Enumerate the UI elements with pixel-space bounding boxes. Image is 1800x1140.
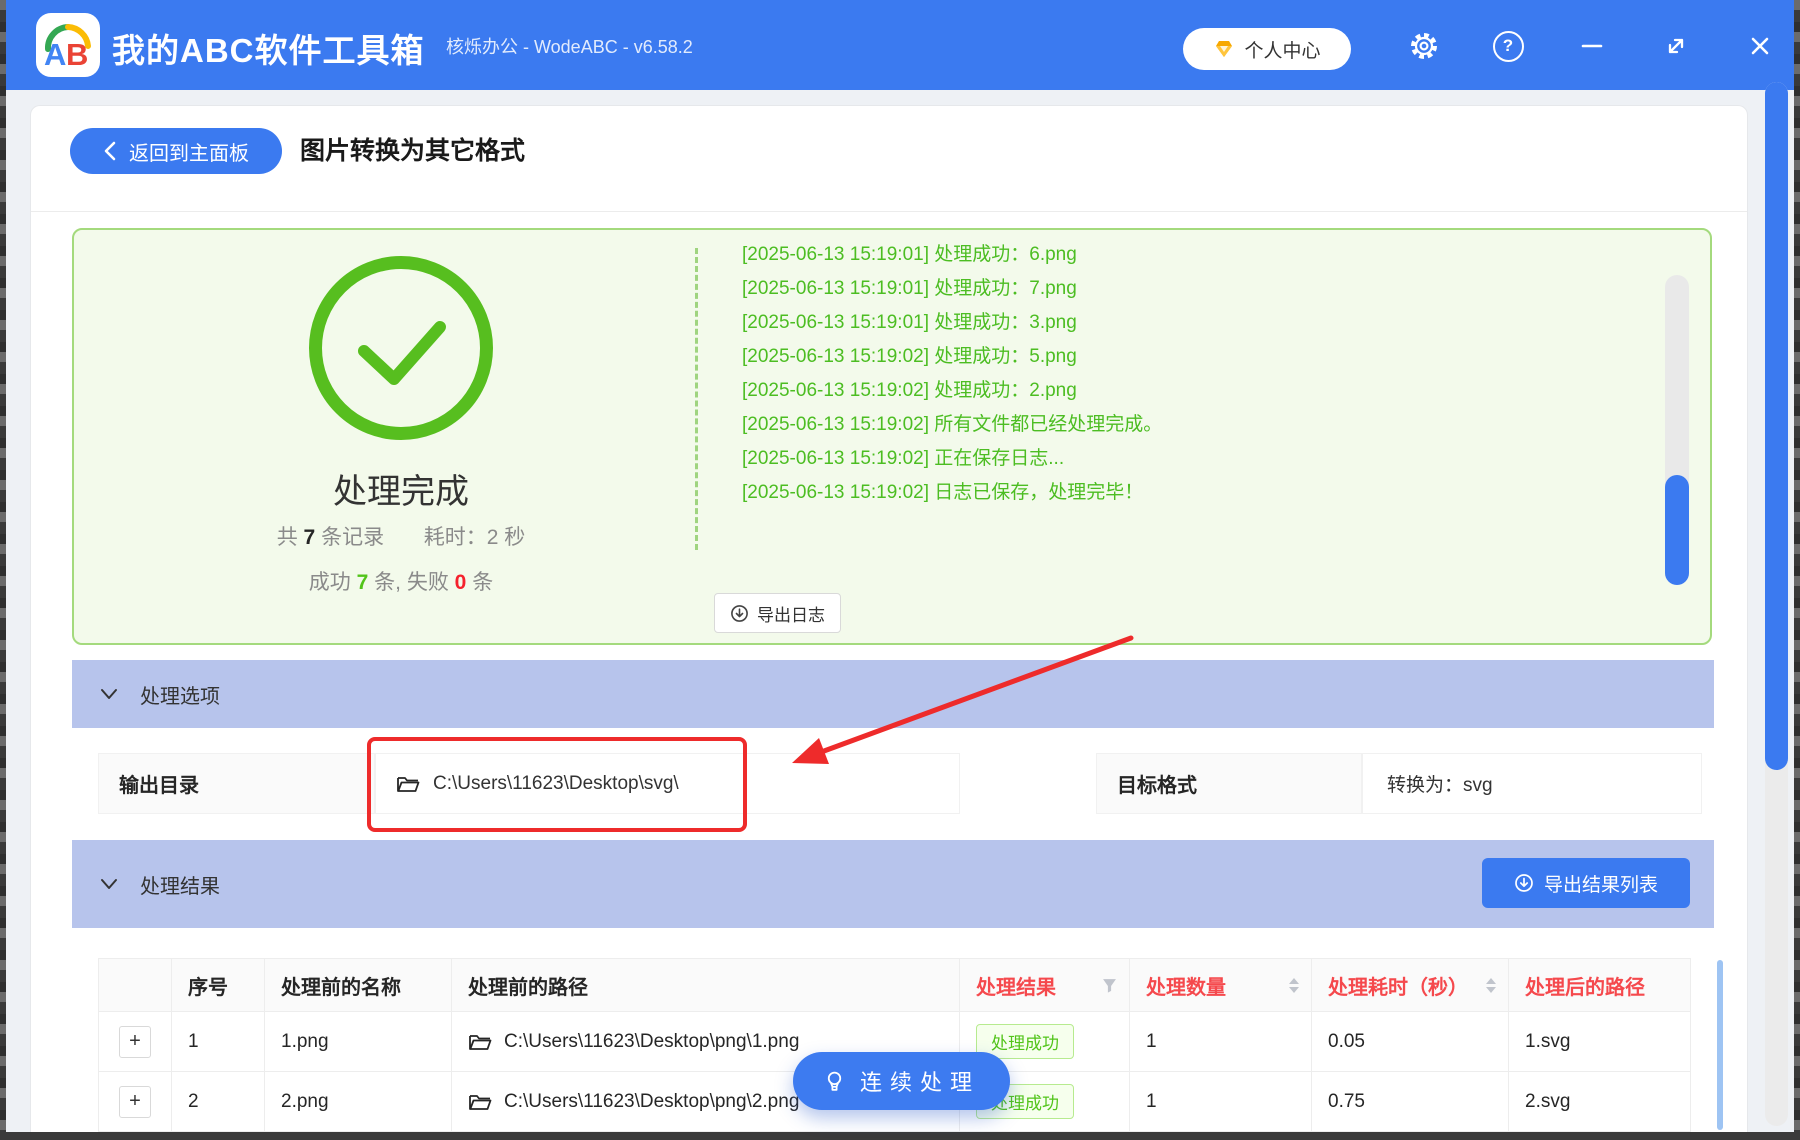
total-unit: 条记录 <box>321 526 385 549</box>
table-header-row: 序号 处理前的名称 处理前的路径 处理结果 处理数量 处理耗时（秒） 处理后的路… <box>98 958 1691 1012</box>
log-entry: [2025-06-13 15:19:01] 处理成功：7.png <box>742 278 1077 299</box>
col-result[interactable]: 处理结果 <box>960 958 1130 1012</box>
target-format-text: 转换为：svg <box>1387 775 1493 796</box>
app-subtitle: 核烁办公 - WodeABC - v6.58.2 <box>446 37 693 57</box>
export-results-label: 导出结果列表 <box>1543 874 1658 896</box>
col-index: 序号 <box>172 958 265 1012</box>
vip-gem-icon <box>1216 41 1233 57</box>
row-name: 1.png <box>265 1012 452 1072</box>
app-logo: A B <box>36 13 100 77</box>
options-header-label: 处理选项 <box>140 685 220 708</box>
settings-button[interactable] <box>1404 26 1444 66</box>
filter-icon[interactable] <box>1102 978 1117 993</box>
target-format-value[interactable]: 转换为：svg <box>1362 753 1702 814</box>
col-path: 处理前的路径 <box>452 958 960 1012</box>
export-results-button[interactable]: 导出结果列表 <box>1482 858 1690 908</box>
download-icon <box>1515 874 1533 892</box>
log-entry: [2025-06-13 15:19:02] 处理成功：5.png <box>742 346 1077 367</box>
results-header-label: 处理结果 <box>140 875 220 898</box>
app-title: 我的ABC软件工具箱 <box>112 32 425 69</box>
col-time[interactable]: 处理耗时（秒） <box>1312 958 1509 1012</box>
success-count: 7 <box>356 571 369 594</box>
row-path-text: C:\Users\11623\Desktop\png\2.png <box>504 1090 800 1112</box>
log-scrollbar-thumb[interactable] <box>1665 475 1689 585</box>
output-dir-label-text: 输出目录 <box>119 775 199 797</box>
continue-label: 连续处理 <box>859 1070 980 1095</box>
svg-text:A: A <box>44 37 66 72</box>
row-index: 2 <box>172 1072 265 1132</box>
row-output: 1.svg <box>1509 1012 1691 1072</box>
col-time-label: 处理耗时（秒） <box>1328 976 1468 999</box>
divider <box>31 211 1747 212</box>
help-icon: ? <box>1492 30 1524 62</box>
chevron-down-icon <box>101 689 117 699</box>
row-count: 1 <box>1130 1012 1312 1072</box>
col-count-label: 处理数量 <box>1146 976 1226 999</box>
row-count: 1 <box>1130 1072 1312 1132</box>
success-label: 成功 <box>308 571 351 594</box>
svg-text:B: B <box>66 37 88 72</box>
annotation-highlight-box <box>367 737 747 832</box>
help-button[interactable]: ? <box>1488 26 1528 66</box>
output-dir-label: 输出目录 <box>98 753 375 814</box>
success-circle-icon <box>309 256 493 440</box>
back-label: 返回到主面板 <box>129 142 249 165</box>
download-icon <box>731 604 748 622</box>
row-name: 2.png <box>265 1072 452 1132</box>
row-index: 1 <box>172 1012 265 1072</box>
sort-icon[interactable] <box>1289 977 1299 993</box>
maximize-button[interactable] <box>1656 26 1696 66</box>
page-title: 图片转换为其它格式 <box>300 137 526 165</box>
continue-processing-button[interactable]: 连续处理 <box>793 1052 1010 1110</box>
chevron-left-icon <box>104 141 116 161</box>
elapsed-text: 耗时：2 秒 <box>423 526 526 549</box>
total-label: 共 <box>276 526 298 549</box>
rocket-icon <box>827 1071 842 1091</box>
log-entry: [2025-06-13 15:19:02] 处理成功：2.png <box>742 380 1077 401</box>
summary-result-line: 成功 7 条, 失败 0 条 <box>74 566 728 596</box>
col-result-label: 处理结果 <box>976 976 1056 999</box>
row-time: 0.05 <box>1312 1012 1509 1072</box>
fail-count: 0 <box>454 571 467 594</box>
log-entry: [2025-06-13 15:19:02] 日志已保存，处理完毕！ <box>742 482 1144 503</box>
minimize-icon <box>1581 44 1603 48</box>
col-expand <box>98 958 172 1012</box>
summary-status-title: 处理完成 <box>333 473 469 511</box>
row-output: 2.svg <box>1509 1072 1691 1132</box>
col-output: 处理后的路径 <box>1509 958 1691 1012</box>
log-entry: [2025-06-13 15:19:02] 正在保存日志... <box>742 448 1065 469</box>
log-entry: [2025-06-13 15:19:01] 处理成功：6.png <box>742 244 1077 265</box>
close-icon <box>1751 37 1769 55</box>
col-count[interactable]: 处理数量 <box>1130 958 1312 1012</box>
minimize-button[interactable] <box>1572 26 1612 66</box>
success-mid: 条, 失败 <box>374 571 449 594</box>
log-entry: [2025-06-13 15:19:01] 处理成功：3.png <box>742 312 1077 333</box>
expand-row-button[interactable]: + <box>119 1025 151 1058</box>
abc-logo-icon: A B <box>44 24 91 72</box>
log-entry: [2025-06-13 15:19:02] 所有文件都已经处理完成。 <box>742 414 1163 435</box>
summary-panel: 处理完成 共 7 条记录 耗时：2 秒 成功 7 条, 失败 0 条 [2025… <box>72 228 1712 645</box>
summary-total-line: 共 7 条记录 耗时：2 秒 <box>74 521 728 551</box>
fail-unit: 条 <box>472 571 494 594</box>
user-center-label: 个人中心 <box>1244 40 1321 62</box>
results-section-header[interactable]: 处理结果 导出结果列表 <box>72 840 1714 928</box>
sort-icon[interactable] <box>1486 977 1496 993</box>
table-scrollbar-thumb[interactable] <box>1717 960 1723 1130</box>
expand-row-button[interactable]: + <box>119 1085 151 1118</box>
close-button[interactable] <box>1740 26 1780 66</box>
folder-icon <box>469 1094 492 1110</box>
main-scrollbar-thumb[interactable] <box>1765 82 1788 770</box>
maximize-icon <box>1668 38 1684 54</box>
annotation-arrow <box>792 635 1134 764</box>
user-center-button[interactable]: 个人中心 <box>1183 28 1351 70</box>
dashed-divider <box>695 248 698 550</box>
row-path-text: C:\Users\11623\Desktop\png\1.png <box>504 1030 800 1052</box>
folder-icon <box>469 1034 492 1050</box>
back-to-main-button[interactable]: 返回到主面板 <box>70 128 282 174</box>
chevron-down-icon <box>101 879 117 889</box>
col-name: 处理前的名称 <box>265 958 452 1012</box>
gear-icon <box>1411 33 1437 59</box>
row-time: 0.75 <box>1312 1072 1509 1132</box>
total-count: 7 <box>303 526 316 549</box>
